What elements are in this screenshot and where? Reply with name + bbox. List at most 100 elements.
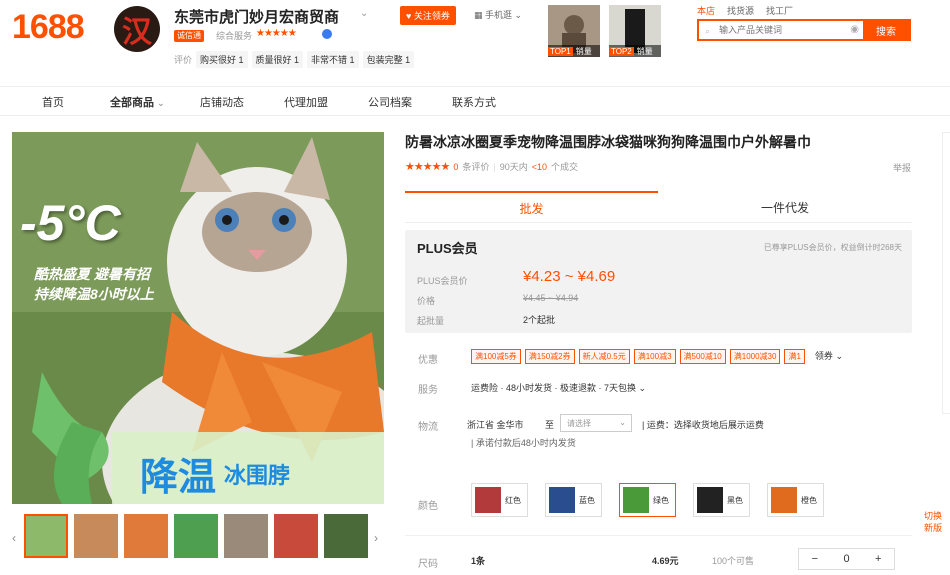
nav-all-products-label: 全部商品: [110, 97, 154, 109]
color-name: 蓝色: [579, 495, 595, 505]
scope-factory[interactable]: 找工厂: [766, 4, 793, 17]
top-label: TOP2 销量: [609, 45, 661, 57]
rating-row: ★★★★★ 0 条评价 | 90天内 <10 个成交: [405, 160, 578, 173]
divider: [405, 535, 912, 536]
mobile-link[interactable]: ▦ 手机逛 ⌄: [474, 8, 522, 21]
color-swatch: [549, 487, 575, 513]
report-link[interactable]: 举报: [893, 161, 911, 174]
plus-button[interactable]: +: [862, 553, 894, 565]
color-name: 红色: [505, 495, 521, 505]
verified-icon: [322, 29, 332, 39]
thumbnail[interactable]: [174, 514, 218, 558]
color-option[interactable]: 蓝色: [545, 483, 602, 517]
eval-label: 评价: [174, 55, 193, 65]
size-value: 1条: [471, 556, 486, 566]
thumbnail[interactable]: [324, 514, 368, 558]
logistics-fee: | 运费：选择收货地后展示运费: [642, 420, 764, 430]
logistics-promise: | 承诺付款后48小时内发货: [471, 438, 576, 448]
top-text: 销量: [636, 46, 653, 56]
thumbnail[interactable]: [124, 514, 168, 558]
plus-price-label: PLUS会员价: [417, 276, 468, 286]
search-icon: ⌕: [705, 26, 711, 36]
coupon[interactable]: 满150减2券: [524, 349, 575, 364]
switch-new-version[interactable]: 切换 新版: [924, 510, 942, 534]
quantity-stepper: − 0 +: [798, 548, 895, 570]
promo-line1: 酷热盛夏 避暑有招: [34, 266, 150, 282]
service-text[interactable]: 运费险 · 48小时发货 · 极速退款 · 7天包换 ⌄: [471, 381, 646, 394]
promise-text: 承诺付款后48小时内发货: [475, 438, 576, 448]
search-button[interactable]: 搜索: [863, 21, 909, 39]
tab-dropship[interactable]: 一件代发: [658, 191, 912, 223]
product-main-image[interactable]: -5°C 酷热盛夏 避暑有招 持续降温8小时以上 降温 冰围脖: [12, 132, 384, 504]
select-placeholder: 请选择: [567, 419, 591, 428]
service-stars: ★★★★★: [256, 28, 297, 39]
color-label: 颜色: [418, 501, 438, 512]
size-label: 尺码: [418, 559, 438, 570]
nav-profile[interactable]: 公司档案: [368, 94, 412, 110]
credit-badge: 诚信通: [174, 30, 204, 42]
thumbnail[interactable]: [24, 514, 68, 558]
plus-price: ¥4.23 ~ ¥4.69: [523, 268, 616, 285]
coupon[interactable]: 新人减0.5元: [578, 349, 630, 364]
shop-avatar[interactable]: 汉: [114, 6, 160, 52]
get-coupon-label: 领券: [814, 351, 833, 361]
chevron-down-icon[interactable]: ⌄: [360, 8, 368, 19]
coupon[interactable]: 满100减3: [633, 349, 676, 364]
destination-select[interactable]: 请选择 ⌄: [560, 414, 632, 432]
eval-tag: 质量很好 1: [251, 51, 304, 68]
coupon[interactable]: 满1: [784, 349, 805, 364]
color-option[interactable]: 绿色: [619, 483, 676, 517]
plus-title: PLUS会员: [417, 241, 478, 256]
quantity-input[interactable]: 0: [831, 553, 863, 565]
eval-tags: 评价 购买很好 1 质量很好 1 非常不错 1 包装完整 1: [174, 51, 415, 68]
minus-button[interactable]: −: [799, 553, 831, 565]
shop-header: 1688 汉 东莞市虎门妙月宏商贸商 ⌄ 诚信通 综合服务 ★★★★★ 评价 购…: [0, 0, 950, 86]
chevron-down-icon: ⌄: [619, 418, 626, 427]
moq-label: 起批量: [417, 316, 445, 326]
tab-wholesale[interactable]: 批发: [405, 191, 658, 223]
price-label: 价格: [417, 296, 436, 306]
chevron-right-icon[interactable]: ›: [374, 531, 378, 545]
chevron-left-icon[interactable]: ‹: [12, 531, 16, 545]
price: ¥4.45 ~ ¥4.94: [523, 293, 579, 303]
plus-note[interactable]: 已尊享PLUS会员价，权益倒计时268天: [764, 242, 902, 253]
shop-name[interactable]: 东莞市虎门妙月宏商贸商: [174, 6, 339, 27]
top-text: 销量: [575, 46, 592, 56]
search-bar: ⌕ ◉ 搜索: [697, 19, 911, 41]
sold-label: 90天内: [499, 162, 528, 172]
color-option[interactable]: 黑色: [693, 483, 750, 517]
nav-home[interactable]: 首页: [42, 94, 64, 110]
nav-agency[interactable]: 代理加盟: [284, 94, 328, 110]
top-product-thumb[interactable]: TOP1 销量: [548, 5, 600, 57]
rating-label: 条评价: [462, 162, 490, 172]
follow-label: 关注领券: [413, 11, 450, 21]
product-title: 防暑冰凉冰圈夏季宠物降温围脖冰袋猫咪狗狗降温围巾户外解暑巾: [405, 134, 811, 150]
coupon[interactable]: 满500减10: [679, 349, 726, 364]
nav-all-products[interactable]: 全部商品 ⌄: [110, 94, 165, 110]
thumbnail[interactable]: [274, 514, 318, 558]
rating-count[interactable]: 0: [453, 162, 458, 172]
logo[interactable]: 1688: [12, 8, 85, 47]
top-product-thumb[interactable]: TOP2 销量: [609, 5, 661, 57]
search-input[interactable]: [699, 21, 863, 39]
color-option[interactable]: 红色: [471, 483, 528, 517]
nav-contact[interactable]: 联系方式: [452, 94, 496, 110]
service-label: 服务: [418, 385, 438, 396]
purchase-tabs: 批发 一件代发: [405, 191, 912, 223]
thumbnail[interactable]: [224, 514, 268, 558]
coupon[interactable]: 满1000减30: [729, 349, 781, 364]
thumbnail-strip: ‹ ›: [12, 514, 384, 562]
thumbnail[interactable]: [74, 514, 118, 558]
scope-shop[interactable]: 本店: [697, 4, 715, 17]
nav-dynamics[interactable]: 店铺动态: [200, 94, 244, 110]
top-rank: TOP2: [609, 46, 634, 56]
camera-icon[interactable]: ◉: [850, 24, 859, 35]
coupon[interactable]: 满100减5券: [471, 349, 521, 364]
top-label: TOP1 销量: [548, 45, 600, 57]
scope-source[interactable]: 找货源: [727, 4, 754, 17]
plus-price-panel: PLUS会员 已尊享PLUS会员价，权益倒计时268天 PLUS会员价 ¥4.2…: [405, 230, 912, 333]
color-option[interactable]: 橙色: [767, 483, 824, 517]
get-coupon-link[interactable]: 领券 ⌄: [809, 349, 843, 364]
mobile-label: 手机逛: [485, 10, 513, 20]
follow-button[interactable]: ♥ 关注领券: [400, 6, 456, 25]
